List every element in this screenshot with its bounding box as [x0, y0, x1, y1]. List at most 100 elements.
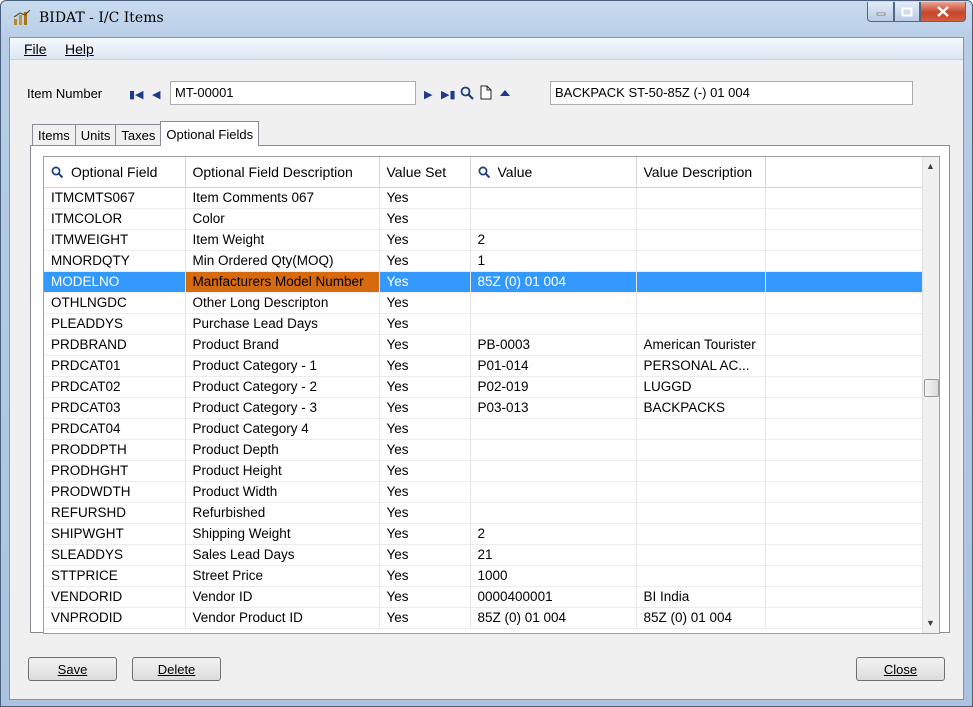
cell-value-description[interactable]: BACKPACKS — [636, 397, 766, 419]
cell-optional-field[interactable]: PRODHGHT — [44, 460, 186, 482]
item-number-input[interactable]: MT-00001 — [170, 81, 416, 105]
cell-value[interactable] — [470, 502, 637, 524]
tab-units[interactable]: Units — [74, 124, 117, 146]
cell-optional-field[interactable]: PRDCAT03 — [44, 397, 186, 419]
cell-value-set[interactable]: Yes — [379, 460, 471, 482]
cell-description[interactable]: Product Depth — [185, 439, 380, 461]
cell-value-description[interactable] — [636, 208, 766, 230]
cell-value[interactable]: 1 — [470, 250, 637, 272]
cell-value-set[interactable]: Yes — [379, 250, 471, 272]
cell-value-set[interactable]: Yes — [379, 208, 471, 230]
cell-optional-field[interactable]: PRODWDTH — [44, 481, 186, 503]
table-row[interactable]: ITMCMTS067 Item Comments 067 Yes — [44, 187, 925, 209]
cell-description[interactable]: Street Price — [185, 565, 380, 587]
cell-value-description[interactable] — [636, 523, 766, 545]
cell-optional-field[interactable]: VNPRODID — [44, 607, 186, 629]
cell-value-description[interactable] — [636, 292, 766, 314]
cell-description[interactable]: Sales Lead Days — [185, 544, 380, 566]
cell-value[interactable] — [470, 418, 637, 440]
cell-description[interactable]: Purchase Lead Days — [185, 313, 380, 335]
table-row[interactable]: STTPRICE Street Price Yes 1000 — [44, 565, 925, 587]
close-icon[interactable] — [920, 2, 966, 22]
cell-value-set[interactable]: Yes — [379, 271, 471, 293]
cell-optional-field[interactable]: MNORDQTY — [44, 250, 186, 272]
cell-value-description[interactable] — [636, 502, 766, 524]
cell-optional-field[interactable]: SHIPWGHT — [44, 523, 186, 545]
cell-description[interactable]: Product Width — [185, 481, 380, 503]
cell-value[interactable] — [470, 292, 637, 314]
cell-value-description[interactable] — [636, 250, 766, 272]
table-row[interactable]: PRODWDTH Product Width Yes — [44, 481, 925, 503]
cell-optional-field[interactable]: PRDBRAND — [44, 334, 186, 356]
cell-value[interactable]: P01-014 — [470, 355, 637, 377]
cell-value-set[interactable]: Yes — [379, 397, 471, 419]
column-header-description[interactable]: Optional Field Description — [185, 157, 380, 188]
cell-optional-field[interactable]: ITMCMTS067 — [44, 187, 186, 209]
cell-value-description[interactable] — [636, 187, 766, 209]
cell-description[interactable]: Refurbished — [185, 502, 380, 524]
cell-value-set[interactable]: Yes — [379, 229, 471, 251]
column-header-value-set[interactable]: Value Set — [379, 157, 471, 188]
cell-optional-field[interactable]: REFURSHD — [44, 502, 186, 524]
table-row[interactable]: SHIPWGHT Shipping Weight Yes 2 — [44, 523, 925, 545]
menu-help[interactable]: Help — [65, 41, 94, 57]
next-record-icon[interactable]: ▶ — [424, 89, 432, 101]
cell-description[interactable]: Other Long Descripton — [185, 292, 380, 314]
cell-value-description[interactable] — [636, 271, 766, 293]
cell-value[interactable] — [470, 187, 637, 209]
cell-description[interactable]: Vendor ID — [185, 586, 380, 608]
menu-file[interactable]: File — [24, 41, 47, 57]
cell-optional-field[interactable]: OTHLNGDC — [44, 292, 186, 314]
cell-value-set[interactable]: Yes — [379, 187, 471, 209]
table-row[interactable]: MNORDQTY Min Ordered Qty(MOQ) Yes 1 — [44, 250, 925, 272]
cell-description[interactable]: Item Weight — [185, 229, 380, 251]
close-button[interactable]: Close — [856, 657, 945, 681]
cell-value[interactable]: P02-019 — [470, 376, 637, 398]
cell-value-description[interactable]: PERSONAL AC... — [636, 355, 766, 377]
cell-value-description[interactable] — [636, 460, 766, 482]
cell-description[interactable]: Product Category 4 — [185, 418, 380, 440]
cell-description[interactable]: Product Category - 3 — [185, 397, 380, 419]
table-row[interactable]: VENDORID Vendor ID Yes 0000400001 BI India — [44, 586, 925, 608]
cell-value-set[interactable]: Yes — [379, 481, 471, 503]
minimize-icon[interactable] — [867, 2, 894, 22]
cell-value[interactable] — [470, 481, 637, 503]
maximize-icon[interactable] — [894, 2, 920, 22]
cell-value[interactable] — [470, 313, 637, 335]
tab-optional-fields[interactable]: Optional Fields — [160, 121, 260, 146]
cell-optional-field[interactable]: ITMWEIGHT — [44, 229, 186, 251]
cell-value-set[interactable]: Yes — [379, 502, 471, 524]
table-row[interactable]: ITMCOLOR Color Yes — [44, 208, 925, 230]
cell-description[interactable]: Product Brand — [185, 334, 380, 356]
cell-value-set[interactable]: Yes — [379, 586, 471, 608]
zoom-up-icon[interactable] — [499, 88, 511, 97]
cell-value-description[interactable]: LUGGD — [636, 376, 766, 398]
table-row[interactable]: PRDCAT02 Product Category - 2 Yes P02-019 LU… — [44, 376, 925, 398]
cell-value-set[interactable]: Yes — [379, 565, 471, 587]
cell-value-description[interactable] — [636, 439, 766, 461]
column-header-value-description[interactable]: Value Description — [636, 157, 766, 188]
cell-optional-field[interactable]: VENDORID — [44, 586, 186, 608]
table-row[interactable]: PRODDPTH Product Depth Yes — [44, 439, 925, 461]
cell-value-set[interactable]: Yes — [379, 334, 471, 356]
cell-optional-field[interactable]: SLEADDYS — [44, 544, 186, 566]
cell-value-description[interactable] — [636, 229, 766, 251]
cell-value-description[interactable]: BI India — [636, 586, 766, 608]
cell-value-set[interactable]: Yes — [379, 523, 471, 545]
cell-value-description[interactable]: American Tourister — [636, 334, 766, 356]
cell-optional-field[interactable]: PRDCAT04 — [44, 418, 186, 440]
cell-value-set[interactable]: Yes — [379, 313, 471, 335]
cell-description[interactable]: Product Category - 1 — [185, 355, 380, 377]
save-button[interactable]: Save — [28, 657, 117, 681]
cell-value[interactable] — [470, 208, 637, 230]
cell-value-set[interactable]: Yes — [379, 355, 471, 377]
cell-value[interactable]: 85Z (0) 01 004 — [470, 607, 637, 629]
cell-optional-field[interactable]: ITMCOLOR — [44, 208, 186, 230]
tab-taxes[interactable]: Taxes — [115, 124, 162, 146]
table-row[interactable]: REFURSHD Refurbished Yes — [44, 502, 925, 524]
cell-value[interactable] — [470, 439, 637, 461]
table-row[interactable]: ITMWEIGHT Item Weight Yes 2 — [44, 229, 925, 251]
cell-value[interactable] — [470, 460, 637, 482]
cell-value-description[interactable] — [636, 313, 766, 335]
cell-description[interactable]: Min Ordered Qty(MOQ) — [185, 250, 380, 272]
